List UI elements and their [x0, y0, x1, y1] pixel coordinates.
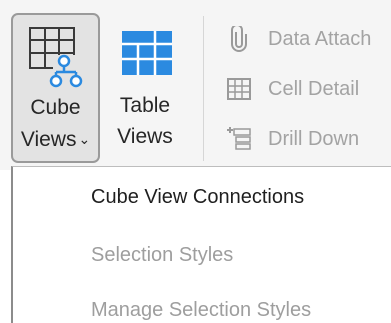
- menu-item-manage-selection-styles[interactable]: Manage Selection Styles: [91, 298, 311, 322]
- paperclip-icon: [225, 24, 253, 52]
- ribbon-group-separator: [203, 16, 204, 161]
- table-views-icon: [120, 27, 174, 81]
- table-views-label-line2: Views: [117, 125, 173, 148]
- drill-down-label: Drill Down: [268, 128, 360, 150]
- cube-views-label-line2-text: Views: [20, 128, 77, 151]
- cube-views-button[interactable]: Cube Views ⌄: [11, 13, 100, 163]
- table-views-button[interactable]: Table Views: [104, 13, 186, 163]
- cube-views-label-line1: Cube: [30, 96, 81, 119]
- drill-down-icon: [225, 126, 253, 152]
- cell-detail-label: Cell Detail: [268, 78, 360, 100]
- menu-item-cube-view-connections[interactable]: Cube View Connections: [91, 185, 304, 209]
- data-attach-button[interactable]: Data Attach: [225, 24, 391, 54]
- drill-down-button[interactable]: Drill Down: [225, 124, 391, 154]
- cell-detail-button[interactable]: Cell Detail: [225, 74, 391, 104]
- cube-views-label-line2: Views ⌄: [13, 126, 98, 153]
- data-attach-label: Data Attach: [268, 28, 372, 50]
- cell-detail-icon: [225, 76, 253, 102]
- ribbon: Cube Views ⌄ Table Views Data Attach Cel…: [0, 0, 391, 170]
- cube-views-icon: [27, 25, 89, 91]
- chevron-down-icon: ⌄: [78, 131, 91, 147]
- cube-views-dropdown-menu: Cube View Connections Selection Styles M…: [11, 166, 391, 323]
- menu-item-selection-styles[interactable]: Selection Styles: [91, 243, 233, 267]
- app-window: Cube Views ⌄ Table Views Data Attach Cel…: [0, 0, 391, 323]
- table-views-label-line1: Table: [119, 94, 171, 117]
